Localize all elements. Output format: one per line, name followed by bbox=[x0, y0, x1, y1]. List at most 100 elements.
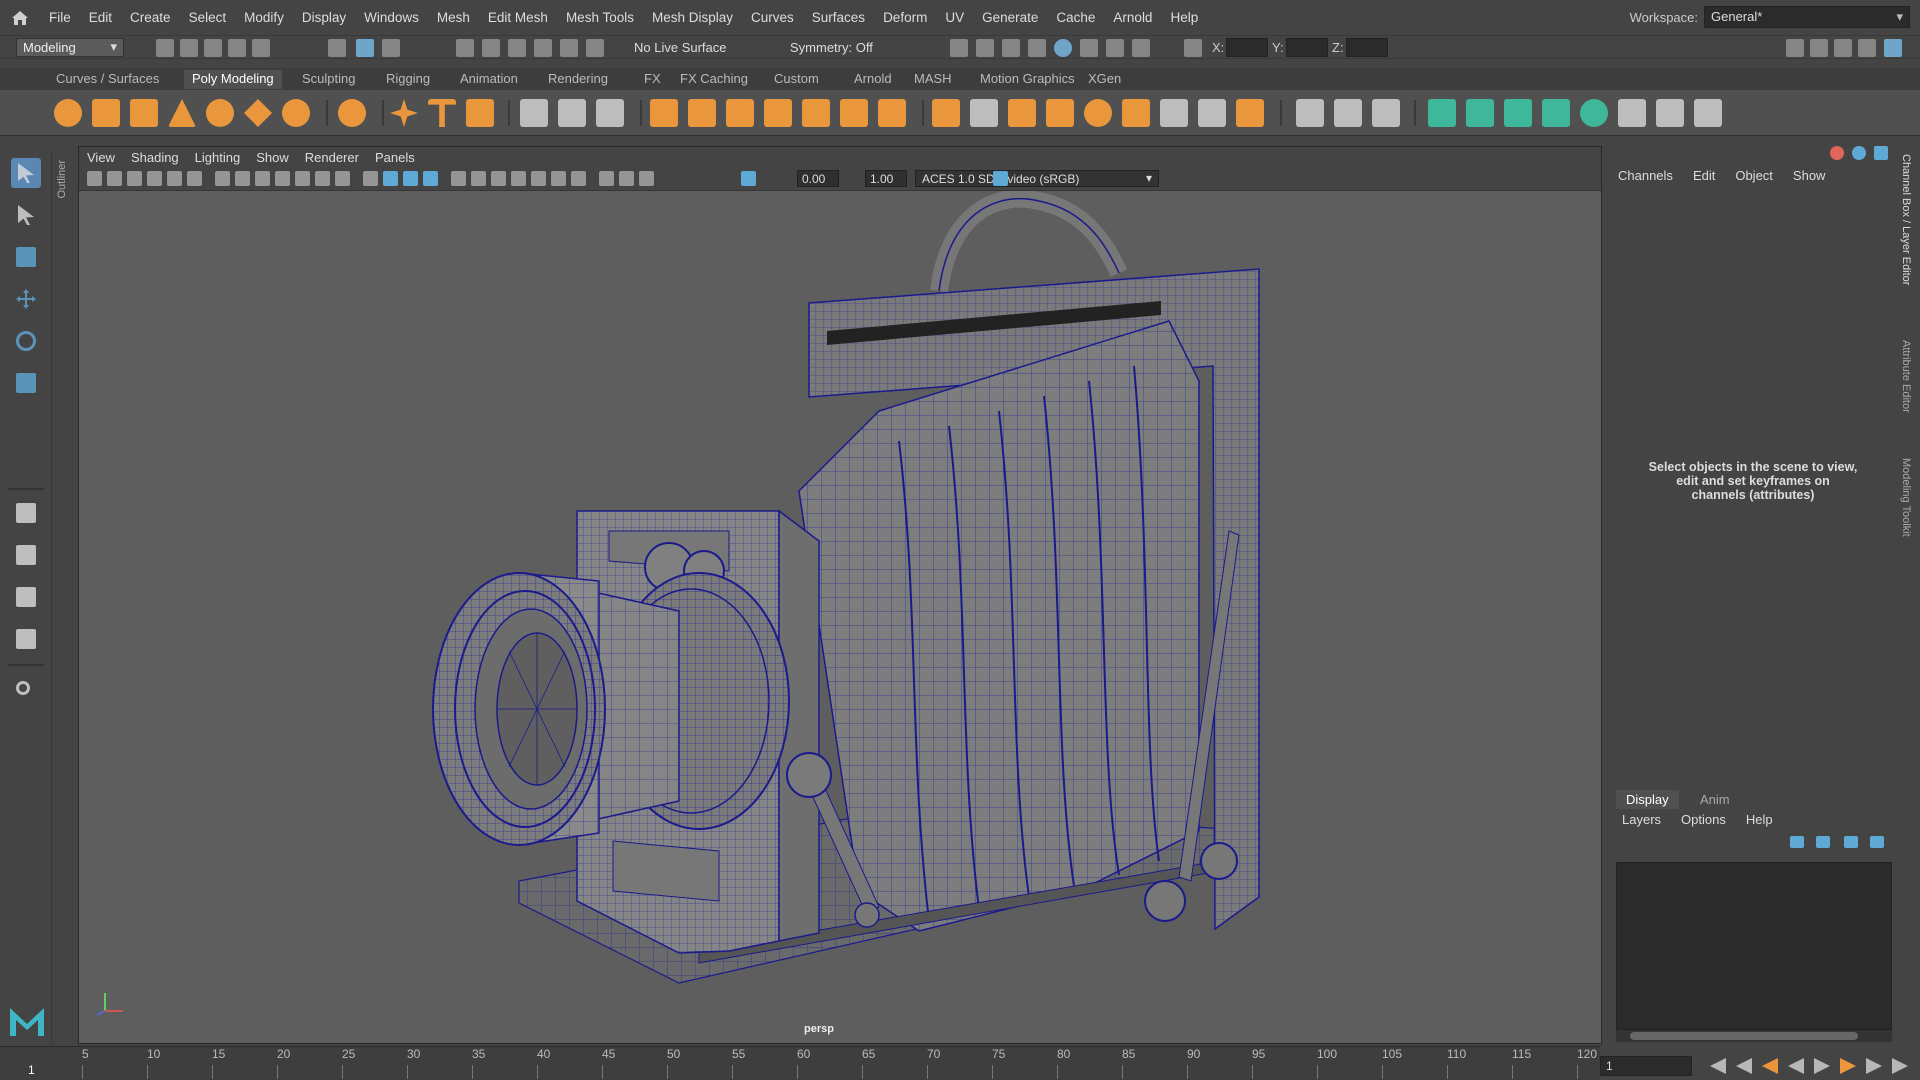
poke-icon[interactable] bbox=[1122, 99, 1150, 127]
shelf-tab-mash[interactable]: MASH bbox=[906, 70, 960, 89]
menu-help[interactable]: Help bbox=[1161, 10, 1207, 25]
camera-attributes-icon[interactable] bbox=[107, 171, 122, 186]
select-tool-button[interactable] bbox=[11, 158, 41, 188]
append-icon[interactable] bbox=[970, 99, 998, 127]
layer-menu-options[interactable]: Options bbox=[1671, 812, 1736, 827]
platonic-solid-icon[interactable] bbox=[338, 99, 366, 127]
menu-select[interactable]: Select bbox=[180, 10, 236, 25]
edge-loop-icon[interactable] bbox=[1334, 99, 1362, 127]
scrollbar-thumb[interactable] bbox=[1630, 1032, 1858, 1040]
xray-joints-icon[interactable] bbox=[619, 171, 634, 186]
poly-disc-icon[interactable] bbox=[282, 99, 310, 127]
menu-cache[interactable]: Cache bbox=[1047, 10, 1104, 25]
sweep-mesh-icon[interactable] bbox=[520, 99, 548, 127]
render-frame-icon[interactable] bbox=[976, 39, 994, 57]
outliner-tab[interactable]: Outliner bbox=[54, 152, 74, 1042]
poly-type-icon[interactable] bbox=[428, 99, 456, 127]
snap-curve-icon[interactable] bbox=[482, 39, 500, 57]
depth-of-field-icon[interactable] bbox=[551, 171, 566, 186]
viewport-panel[interactable]: View Shading Lighting Show Renderer Panels 0.… bbox=[78, 146, 1602, 1044]
bridge-icon[interactable] bbox=[878, 99, 906, 127]
mirror-icon[interactable] bbox=[764, 99, 792, 127]
scale-tool-button[interactable] bbox=[11, 368, 41, 398]
layer-menu-layers[interactable]: Layers bbox=[1612, 812, 1671, 827]
pause-icon[interactable] bbox=[1132, 39, 1150, 57]
snap-point-icon[interactable] bbox=[508, 39, 526, 57]
move-layer-up-icon[interactable] bbox=[1844, 836, 1858, 848]
menu-mesh-display[interactable]: Mesh Display bbox=[643, 10, 742, 25]
uv-checker-icon[interactable] bbox=[1618, 99, 1646, 127]
remesh-icon[interactable] bbox=[802, 99, 830, 127]
smooth-shade-icon[interactable] bbox=[383, 171, 398, 186]
menu-set-dropdown[interactable]: Modeling bbox=[16, 38, 124, 57]
layer-scrollbar[interactable] bbox=[1616, 1030, 1892, 1042]
field-chart-icon[interactable] bbox=[295, 171, 310, 186]
menu-create[interactable]: Create bbox=[121, 10, 180, 25]
workspace-dropdown[interactable]: General* bbox=[1704, 6, 1910, 28]
grid-icon[interactable] bbox=[215, 171, 230, 186]
image-plane-icon[interactable] bbox=[147, 171, 162, 186]
uv-auto-icon[interactable] bbox=[1542, 99, 1570, 127]
target-weld-icon[interactable] bbox=[1372, 99, 1400, 127]
channel-box-icon[interactable] bbox=[1884, 39, 1902, 57]
y-input[interactable] bbox=[1286, 38, 1328, 57]
separate-icon[interactable] bbox=[596, 99, 624, 127]
anti-aliasing-icon[interactable] bbox=[531, 171, 546, 186]
x-input[interactable] bbox=[1226, 38, 1268, 57]
uv-cut-icon[interactable] bbox=[1656, 99, 1684, 127]
shelf-tab-fx[interactable]: FX bbox=[636, 70, 669, 89]
viewport-menu-view[interactable]: View bbox=[79, 150, 123, 165]
live-surface-label[interactable]: No Live Surface bbox=[634, 40, 727, 55]
isolate-select-icon[interactable] bbox=[571, 171, 586, 186]
select-hierarchy-icon[interactable] bbox=[328, 39, 346, 57]
outliner-button[interactable] bbox=[11, 624, 41, 654]
menu-windows[interactable]: Windows bbox=[355, 10, 428, 25]
go-to-start-icon[interactable] bbox=[1710, 1058, 1726, 1074]
channel-box-side-tab[interactable]: Channel Box / Layer Editor bbox=[1900, 154, 1912, 285]
menu-mesh-tools[interactable]: Mesh Tools bbox=[557, 10, 643, 25]
new-layer-selected-icon[interactable] bbox=[1816, 836, 1830, 848]
undo-icon[interactable] bbox=[228, 39, 246, 57]
menu-arnold[interactable]: Arnold bbox=[1104, 10, 1161, 25]
smooth-icon[interactable] bbox=[650, 99, 678, 127]
persp-outliner-button[interactable] bbox=[11, 582, 41, 612]
multi-cut-icon[interactable] bbox=[1296, 99, 1324, 127]
attribute-editor-icon[interactable] bbox=[1834, 39, 1852, 57]
current-frame-field[interactable]: 1 bbox=[1600, 1056, 1692, 1076]
use-all-lights-icon[interactable] bbox=[451, 171, 466, 186]
grease-pencil-icon[interactable] bbox=[167, 171, 182, 186]
shelf-tab-sculpting[interactable]: Sculpting bbox=[294, 70, 363, 89]
extract-icon[interactable] bbox=[1236, 99, 1264, 127]
poly-torus-icon[interactable] bbox=[206, 99, 234, 127]
super-shape-icon[interactable] bbox=[390, 99, 418, 127]
safe-title-icon[interactable] bbox=[335, 171, 350, 186]
z-input[interactable] bbox=[1346, 38, 1388, 57]
menu-deform[interactable]: Deform bbox=[874, 10, 936, 25]
snap-grid-icon[interactable] bbox=[456, 39, 474, 57]
exposure-field[interactable]: 0.00 bbox=[797, 170, 839, 187]
tool-settings-icon[interactable] bbox=[1858, 39, 1876, 57]
play-forwards-icon[interactable] bbox=[1814, 1058, 1830, 1074]
uv-cylindrical-icon[interactable] bbox=[1466, 99, 1494, 127]
shadows-icon[interactable] bbox=[471, 171, 486, 186]
poly-plane-icon[interactable] bbox=[244, 99, 272, 127]
paint-select-button[interactable] bbox=[11, 242, 41, 272]
play-backwards-icon[interactable] bbox=[1788, 1058, 1804, 1074]
shelf-tab-fx-caching[interactable]: FX Caching bbox=[672, 70, 756, 89]
menu-edit[interactable]: Edit bbox=[80, 10, 121, 25]
display-layer-tab[interactable]: Display bbox=[1616, 790, 1679, 809]
wireframe-on-shaded-icon[interactable] bbox=[403, 171, 418, 186]
select-camera-icon[interactable] bbox=[87, 171, 102, 186]
poly-cone-icon[interactable] bbox=[168, 99, 196, 127]
layer-list[interactable] bbox=[1616, 862, 1892, 1030]
step-back-frame-icon[interactable] bbox=[1762, 1058, 1778, 1074]
gate-mask-icon[interactable] bbox=[275, 171, 290, 186]
four-view-button[interactable] bbox=[11, 540, 41, 570]
channel-menu-object[interactable]: Object bbox=[1725, 168, 1783, 183]
xray-icon[interactable] bbox=[599, 171, 614, 186]
menu-uv[interactable]: UV bbox=[936, 10, 973, 25]
channel-menu-edit[interactable]: Edit bbox=[1683, 168, 1725, 183]
uv-sew-icon[interactable] bbox=[1694, 99, 1722, 127]
bevel-icon[interactable] bbox=[1008, 99, 1036, 127]
ipr-render-icon[interactable] bbox=[1002, 39, 1020, 57]
